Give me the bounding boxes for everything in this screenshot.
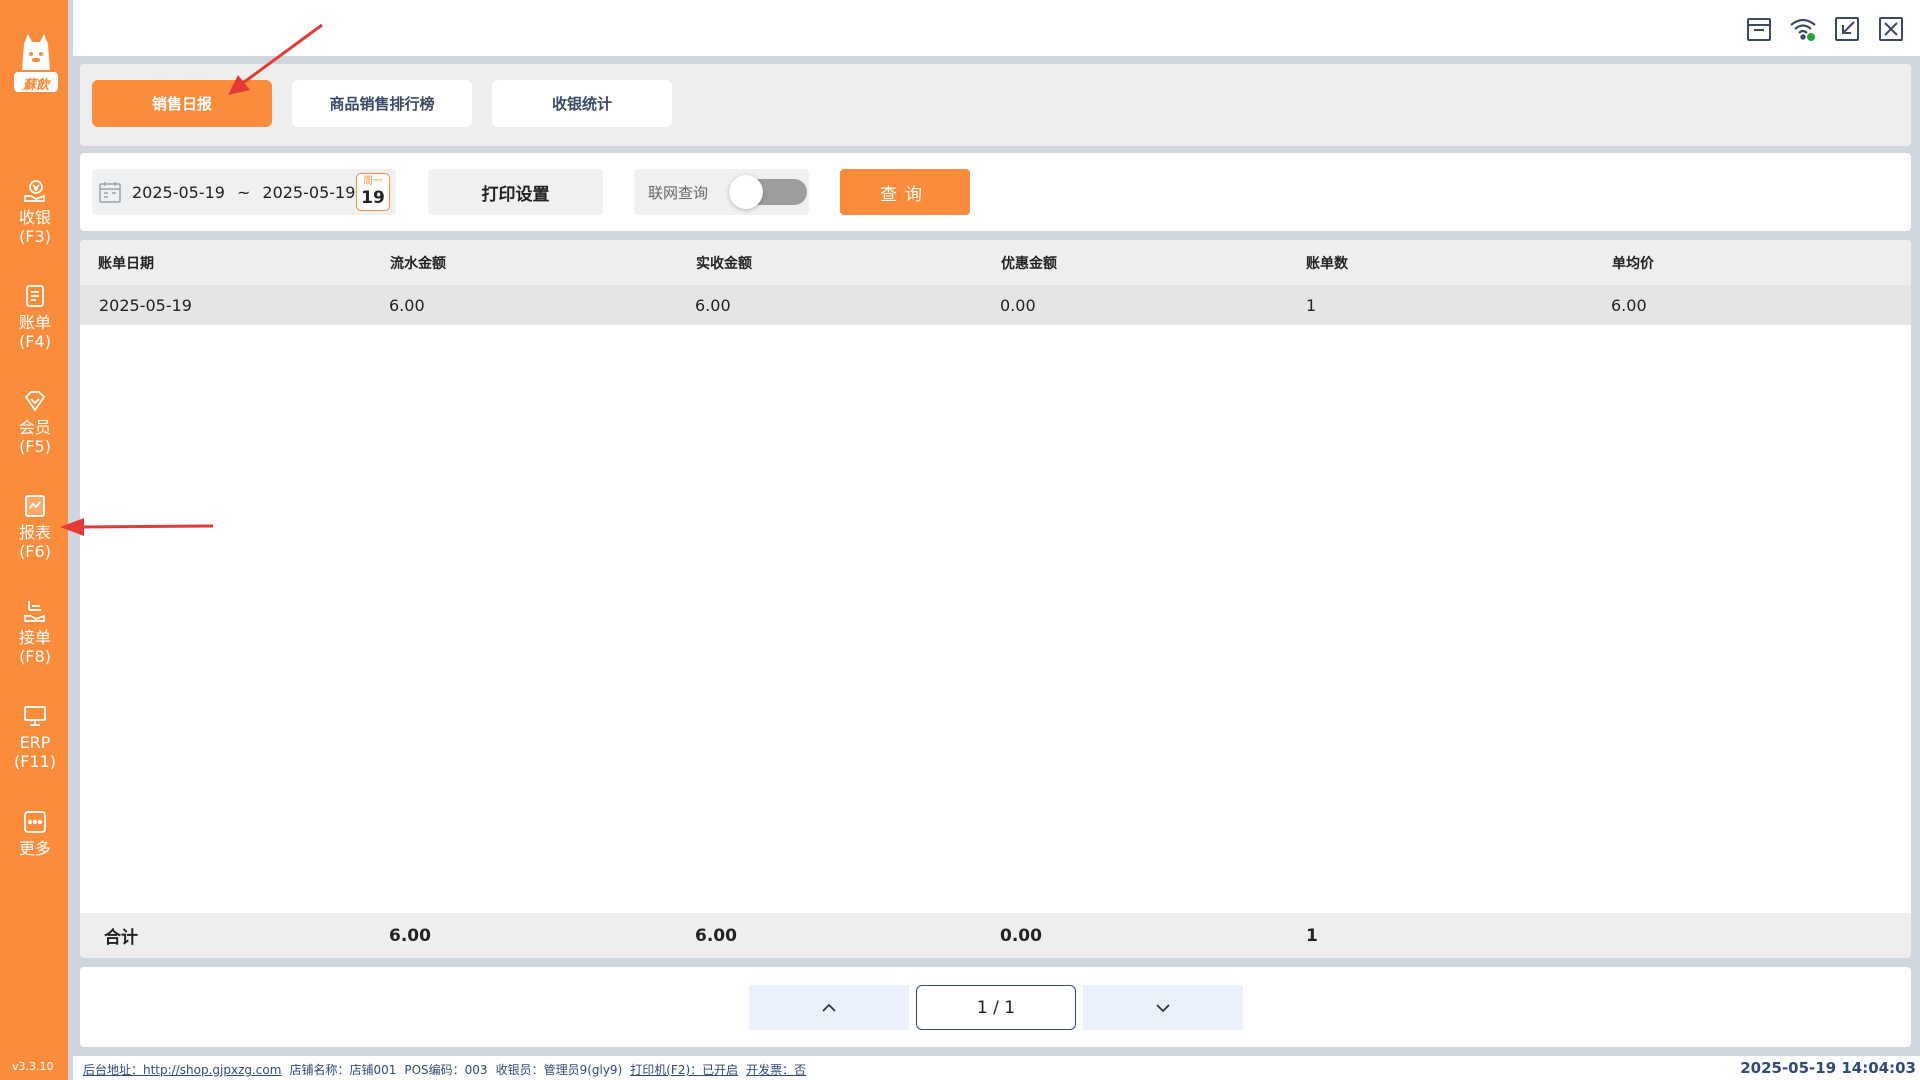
page-indicator: 1 / 1 bbox=[916, 985, 1076, 1030]
invoice-status-link[interactable]: 开发票：否 bbox=[746, 1061, 806, 1078]
table-cell: 1 bbox=[1306, 295, 1317, 315]
sidebar-item-key: (F5) bbox=[19, 437, 51, 456]
end-date: 2025-05-19 bbox=[262, 182, 356, 202]
status-bar: 后台地址：http://shop.gjpxzg.com 店铺名称：店铺001 P… bbox=[73, 1056, 1920, 1080]
sales-table: 账单日期 流水金额 实收金额 优惠金额 账单数 单均价 2025-05-19 6… bbox=[80, 240, 1911, 958]
cashier-icon bbox=[22, 178, 48, 204]
column-header[interactable]: 流水金额 bbox=[390, 240, 446, 285]
sidebar-item-erp[interactable]: ERP (F11) bbox=[0, 703, 70, 771]
printer-status-link[interactable]: 打印机(F2)：已开启 bbox=[630, 1061, 738, 1078]
table-cell: 0.00 bbox=[1000, 295, 1036, 315]
weekday-label: 周一 bbox=[363, 176, 383, 187]
sidebar-item-key: (F6) bbox=[19, 542, 51, 561]
logo-text: 蘇飲 bbox=[22, 78, 49, 93]
more-icon bbox=[22, 809, 48, 835]
shop-name: 店铺名称：店铺001 bbox=[289, 1063, 397, 1077]
online-query-control: 联网查询 bbox=[634, 169, 809, 215]
query-button[interactable]: 查询 bbox=[840, 169, 970, 215]
backend-address-link[interactable]: 后台地址：http://shop.gjpxzg.com bbox=[83, 1061, 281, 1078]
table-footer: 合计 6.00 6.00 0.00 1 bbox=[80, 913, 1911, 958]
table-row[interactable]: 2025-05-19 6.00 6.00 0.00 1 6.00 bbox=[80, 285, 1911, 325]
sidebar-item-order[interactable]: 接单 (F8) bbox=[0, 598, 70, 666]
cashbox-icon[interactable] bbox=[1744, 14, 1774, 44]
column-header[interactable]: 单均价 bbox=[1612, 240, 1654, 285]
online-query-label: 联网查询 bbox=[648, 183, 709, 202]
toggle-knob bbox=[729, 175, 763, 209]
sidebar-item-label: ERP bbox=[19, 733, 51, 752]
column-header[interactable]: 账单日期 bbox=[98, 240, 154, 285]
column-header[interactable]: 账单数 bbox=[1306, 240, 1348, 285]
sidebar-item-label: 会员 bbox=[18, 418, 51, 437]
datetime: 2025-05-19 14:04:03 bbox=[1740, 1059, 1916, 1077]
table-cell: 6.00 bbox=[389, 295, 425, 315]
total-cell: 1 bbox=[1306, 925, 1318, 946]
table-header: 账单日期 流水金额 实收金额 优惠金额 账单数 单均价 bbox=[80, 240, 1911, 285]
member-icon bbox=[22, 388, 48, 414]
sidebar-item-label: 账单 bbox=[18, 313, 51, 332]
total-cell: 6.00 bbox=[695, 925, 737, 946]
sidebar-item-label: 收银 bbox=[18, 208, 51, 227]
online-query-toggle[interactable] bbox=[729, 175, 807, 209]
annotation-arrow-tab bbox=[228, 23, 323, 95]
total-label: 合计 bbox=[104, 928, 138, 948]
column-header[interactable]: 优惠金额 bbox=[1001, 240, 1057, 285]
date-range-picker[interactable]: 2025-05-19 ~ 2025-05-19 周一 19 bbox=[92, 169, 396, 215]
start-date: 2025-05-19 bbox=[132, 182, 225, 202]
total-cell: 0.00 bbox=[1000, 925, 1042, 946]
sidebar-item-member[interactable]: 会员 (F5) bbox=[0, 388, 70, 456]
cashier-name: 收银员：管理员9(gly9) bbox=[495, 1063, 623, 1077]
prev-page-button[interactable] bbox=[749, 985, 909, 1030]
date-separator: ~ bbox=[236, 182, 251, 202]
next-page-button[interactable] bbox=[1083, 985, 1243, 1030]
sidebar-item-label: 接单 bbox=[18, 628, 51, 647]
total-cell: 6.00 bbox=[389, 925, 431, 946]
column-header[interactable]: 实收金额 bbox=[696, 240, 752, 285]
pos-code: POS编码：003 bbox=[404, 1063, 488, 1077]
top-bar bbox=[73, 0, 1920, 56]
logo: 蘇飲 bbox=[12, 30, 60, 102]
sidebar-item-cashier[interactable]: 收银 (F3) bbox=[0, 178, 70, 246]
erp-icon bbox=[22, 703, 48, 729]
table-cell: 6.00 bbox=[695, 295, 731, 315]
tab-cashier-stats[interactable]: 收银统计 bbox=[492, 80, 672, 127]
chevron-down-icon bbox=[1156, 1003, 1170, 1012]
filter-bar: 2025-05-19 ~ 2025-05-19 周一 19 打印设置 联网查询 … bbox=[80, 153, 1911, 231]
sidebar-item-key: (F11) bbox=[13, 752, 57, 771]
day-number: 19 bbox=[361, 188, 385, 208]
sidebar-item-key: (F3) bbox=[19, 227, 51, 246]
minimize-icon[interactable] bbox=[1832, 14, 1862, 44]
sidebar-item-label: 报表 bbox=[18, 523, 51, 542]
annotation-arrow-report bbox=[60, 518, 214, 536]
sidebar-item-key: (F4) bbox=[19, 332, 51, 351]
version-label: v3.3.10 bbox=[12, 1060, 54, 1073]
bill-icon bbox=[22, 283, 48, 309]
order-icon bbox=[22, 598, 48, 624]
wifi-icon[interactable] bbox=[1788, 14, 1818, 44]
pagination: 1 / 1 bbox=[80, 967, 1911, 1047]
table-cell: 2025-05-19 bbox=[99, 295, 192, 315]
calendar-day-badge[interactable]: 周一 19 bbox=[356, 173, 390, 211]
sidebar-item-bill[interactable]: 账单 (F4) bbox=[0, 283, 70, 351]
sidebar-item-more[interactable]: 更多 bbox=[0, 809, 70, 858]
report-icon bbox=[22, 493, 48, 519]
sidebar-item-label: 更多 bbox=[18, 839, 51, 858]
chevron-up-icon bbox=[822, 1003, 836, 1012]
calendar-icon bbox=[99, 182, 121, 203]
sidebar-item-key: (F8) bbox=[19, 647, 51, 666]
table-cell: 6.00 bbox=[1611, 295, 1647, 315]
print-settings-button[interactable]: 打印设置 bbox=[428, 169, 603, 215]
report-tabs: 销售日报 商品销售排行榜 收银统计 bbox=[80, 64, 1911, 146]
close-icon[interactable] bbox=[1876, 14, 1906, 44]
